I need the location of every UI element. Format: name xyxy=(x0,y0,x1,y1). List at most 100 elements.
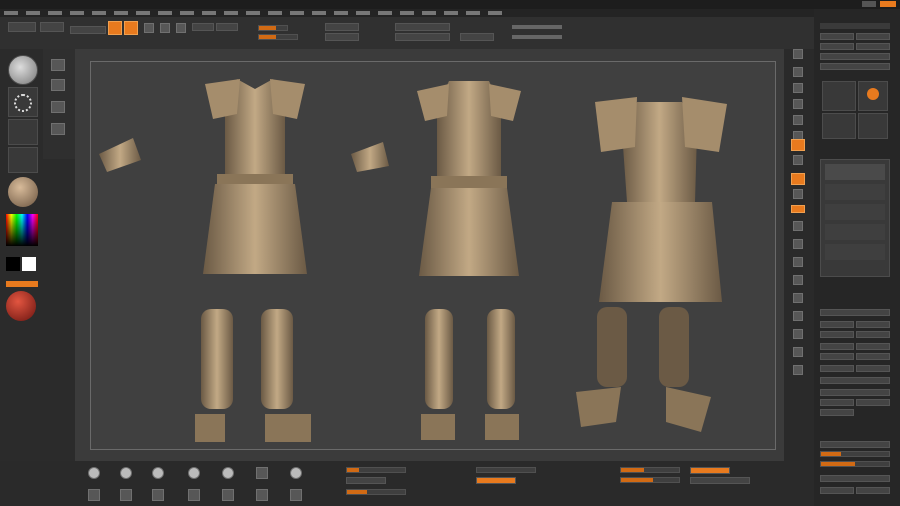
focal-shift-slider[interactable] xyxy=(346,467,406,473)
leg-perspective-model[interactable] xyxy=(571,302,721,437)
scale-icon[interactable] xyxy=(160,23,170,33)
secondary-color-swatch[interactable] xyxy=(22,257,36,271)
solo-icon[interactable] xyxy=(793,347,803,357)
paste-tool-button[interactable] xyxy=(856,43,890,50)
subtool-item[interactable] xyxy=(825,224,885,240)
red-material-thumbnail[interactable] xyxy=(6,291,36,321)
pinch-brush-icon[interactable] xyxy=(152,489,164,501)
alpha-thumbnail[interactable] xyxy=(8,119,38,145)
armor-back-model[interactable] xyxy=(409,76,529,281)
mirror-weld-slider[interactable] xyxy=(476,467,536,473)
tool-palette-header[interactable] xyxy=(820,23,890,29)
lsym-icon[interactable] xyxy=(793,189,803,199)
bpr-icon[interactable] xyxy=(793,49,803,59)
inner-button[interactable] xyxy=(820,487,854,494)
polyframe-icon[interactable] xyxy=(793,293,803,303)
project-section[interactable] xyxy=(820,441,890,448)
copy-tool-button[interactable] xyxy=(820,43,854,50)
mean-slider[interactable] xyxy=(820,461,890,467)
merge-similar-button[interactable] xyxy=(325,33,359,41)
close-icon[interactable] xyxy=(880,1,896,7)
move-brush-icon[interactable] xyxy=(188,467,200,479)
stroke-thumbnail[interactable] xyxy=(8,87,38,117)
subtool-list[interactable] xyxy=(820,159,890,277)
draw-size-slider[interactable] xyxy=(346,489,406,495)
subtool-item[interactable] xyxy=(825,184,885,200)
dam-standard-brush-icon[interactable] xyxy=(120,467,132,479)
mergesimilar-button[interactable] xyxy=(856,399,890,406)
draw-mode-icon[interactable] xyxy=(124,21,138,35)
zsphere-thumbnail[interactable] xyxy=(858,81,888,111)
slice-brush-icon[interactable] xyxy=(290,489,302,501)
floor-icon[interactable] xyxy=(793,155,803,165)
rename-button[interactable] xyxy=(820,321,854,328)
radial-symmetry-button[interactable] xyxy=(476,477,516,484)
zoom-icon[interactable] xyxy=(793,99,803,109)
texture-thumbnail[interactable] xyxy=(8,147,38,173)
move-view-icon[interactable] xyxy=(793,239,803,249)
local-icon[interactable] xyxy=(791,173,805,185)
lightbox-button[interactable] xyxy=(40,22,64,32)
transp-icon[interactable] xyxy=(793,311,803,321)
live-boolean-button[interactable] xyxy=(70,26,106,34)
switch-color-button[interactable] xyxy=(6,281,38,287)
outer-button[interactable] xyxy=(856,487,890,494)
pen-icon[interactable] xyxy=(51,79,65,91)
merge-section[interactable] xyxy=(820,389,890,396)
load-tool-button[interactable] xyxy=(820,33,854,40)
freeze-subdivision-levels-button[interactable] xyxy=(690,477,750,484)
project-slider[interactable] xyxy=(620,467,680,473)
xpose-icon[interactable] xyxy=(793,365,803,375)
autoreorder-button[interactable] xyxy=(856,321,890,328)
tool-thumbnail[interactable] xyxy=(822,81,856,111)
save-as-button[interactable] xyxy=(856,33,890,40)
standard-brush-icon[interactable] xyxy=(290,467,302,479)
leg-front-model[interactable] xyxy=(191,304,316,449)
del-all-button[interactable] xyxy=(856,365,890,372)
document-canvas[interactable] xyxy=(90,61,776,450)
brush-thumbnail[interactable] xyxy=(8,55,38,85)
mergedown-button[interactable] xyxy=(820,399,854,406)
edit-mode-icon[interactable] xyxy=(108,21,122,35)
main-color-swatch[interactable] xyxy=(6,257,20,271)
clone-button[interactable] xyxy=(820,63,890,70)
delete-button[interactable] xyxy=(856,353,890,360)
xyz-icon[interactable] xyxy=(791,205,805,213)
projection-master-button[interactable] xyxy=(8,22,36,32)
dist-slider[interactable] xyxy=(820,451,890,457)
spix-icon[interactable] xyxy=(793,67,803,77)
snakehook-brush-icon[interactable] xyxy=(256,467,268,479)
import-button[interactable] xyxy=(820,53,890,60)
all-high-button[interactable] xyxy=(856,331,890,338)
subtool-item[interactable] xyxy=(825,164,885,180)
hpolish-brush-icon[interactable] xyxy=(152,467,164,479)
maximize-icon[interactable] xyxy=(862,1,876,7)
backface-mask-button[interactable] xyxy=(460,33,494,41)
split-masked-points-button[interactable] xyxy=(395,23,450,31)
move-topological-brush-icon[interactable] xyxy=(222,467,234,479)
rgb-intensity-slider[interactable] xyxy=(258,25,288,31)
subtool-item[interactable] xyxy=(825,204,885,220)
actual-size-icon[interactable] xyxy=(793,115,803,125)
rotate-view-icon[interactable] xyxy=(793,275,803,285)
ghost-icon[interactable] xyxy=(793,329,803,339)
armor-perspective-model[interactable] xyxy=(587,92,737,312)
duplicate-button[interactable] xyxy=(820,343,854,350)
zoom3d-icon[interactable] xyxy=(793,257,803,267)
insert-brush-icon[interactable] xyxy=(256,489,268,501)
inflate-brush-icon[interactable] xyxy=(120,489,132,501)
mrgb-button[interactable] xyxy=(192,23,214,31)
persp-icon[interactable] xyxy=(791,139,805,151)
armor-front-model[interactable] xyxy=(185,74,325,284)
list-all-button[interactable] xyxy=(820,309,890,316)
resolution-slider[interactable] xyxy=(620,477,680,483)
bracer-left-model[interactable] xyxy=(95,134,143,174)
subtool-item[interactable] xyxy=(825,244,885,260)
merge-down-button[interactable] xyxy=(325,23,359,31)
menu-items[interactable] xyxy=(4,11,504,15)
split-unmasked-points-button[interactable] xyxy=(395,33,450,41)
polymesh-thumbnail[interactable] xyxy=(858,113,888,139)
mask-brush-icon[interactable] xyxy=(222,489,234,501)
rgb-button[interactable] xyxy=(216,23,238,31)
material-thumbnail[interactable] xyxy=(8,177,38,207)
